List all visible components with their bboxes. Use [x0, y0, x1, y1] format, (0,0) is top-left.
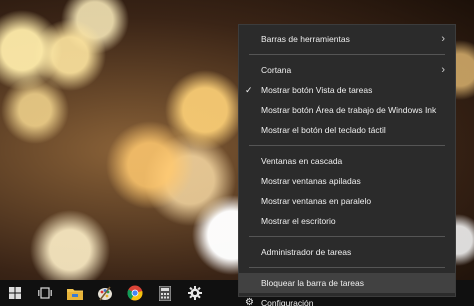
paint-icon[interactable]	[90, 280, 120, 306]
menu-item-show-touch-keyboard[interactable]: Mostrar el botón del teclado táctil	[239, 120, 455, 140]
menu-item-label: Administrador de tareas	[261, 247, 352, 257]
menu-item-label: Mostrar ventanas apiladas	[261, 176, 361, 186]
chrome-icon[interactable]	[120, 280, 150, 306]
menu-item-label: Cortana	[261, 65, 292, 75]
menu-item-show-task-view[interactable]: ✓ Mostrar botón Vista de tareas	[239, 80, 455, 100]
menu-item-label: Bloquear la barra de tareas	[261, 278, 365, 288]
menu-item-show-windows-ink[interactable]: Mostrar botón Área de trabajo de Windows…	[239, 100, 455, 120]
menu-item-settings[interactable]: ⚙ Configuración	[239, 293, 455, 306]
menu-item-task-manager[interactable]: Administrador de tareas	[239, 242, 455, 262]
menu-item-side-by-side-windows[interactable]: Mostrar ventanas en paralelo	[239, 191, 455, 211]
windows-logo-icon[interactable]	[0, 280, 30, 306]
menu-item-toolbars[interactable]: Barras de herramientas ›	[239, 29, 455, 49]
chevron-right-icon: ›	[441, 64, 445, 76]
menu-item-label: Barras de herramientas	[261, 34, 350, 44]
menu-item-label: Mostrar ventanas en paralelo	[261, 196, 372, 206]
menu-item-stacked-windows[interactable]: Mostrar ventanas apiladas	[239, 171, 455, 191]
menu-item-label: Mostrar botón Vista de tareas	[261, 85, 373, 95]
menu-divider	[249, 267, 445, 268]
menu-item-label: Ventanas en cascada	[261, 156, 343, 166]
task-view-icon[interactable]	[30, 280, 60, 306]
menu-item-cascade-windows[interactable]: Ventanas en cascada	[239, 151, 455, 171]
menu-item-label: Configuración	[261, 298, 314, 306]
chevron-right-icon: ›	[441, 33, 445, 45]
menu-item-lock-taskbar[interactable]: Bloquear la barra de tareas	[239, 273, 455, 293]
menu-divider	[249, 236, 445, 237]
file-explorer-icon[interactable]	[60, 280, 90, 306]
settings-icon[interactable]	[180, 280, 210, 306]
taskbar-context-menu: Barras de herramientas › Cortana › ✓ Mos…	[238, 24, 456, 306]
calculator-icon[interactable]	[150, 280, 180, 306]
menu-item-label: Mostrar el botón del teclado táctil	[261, 125, 386, 135]
checkmark-icon: ✓	[245, 85, 253, 95]
menu-divider	[249, 145, 445, 146]
menu-item-show-desktop[interactable]: Mostrar el escritorio	[239, 211, 455, 231]
menu-item-label: Mostrar el escritorio	[261, 216, 336, 226]
menu-divider	[249, 54, 445, 55]
gear-icon: ⚙	[245, 297, 254, 306]
menu-item-cortana[interactable]: Cortana ›	[239, 60, 455, 80]
menu-item-label: Mostrar botón Área de trabajo de Windows…	[261, 105, 437, 115]
